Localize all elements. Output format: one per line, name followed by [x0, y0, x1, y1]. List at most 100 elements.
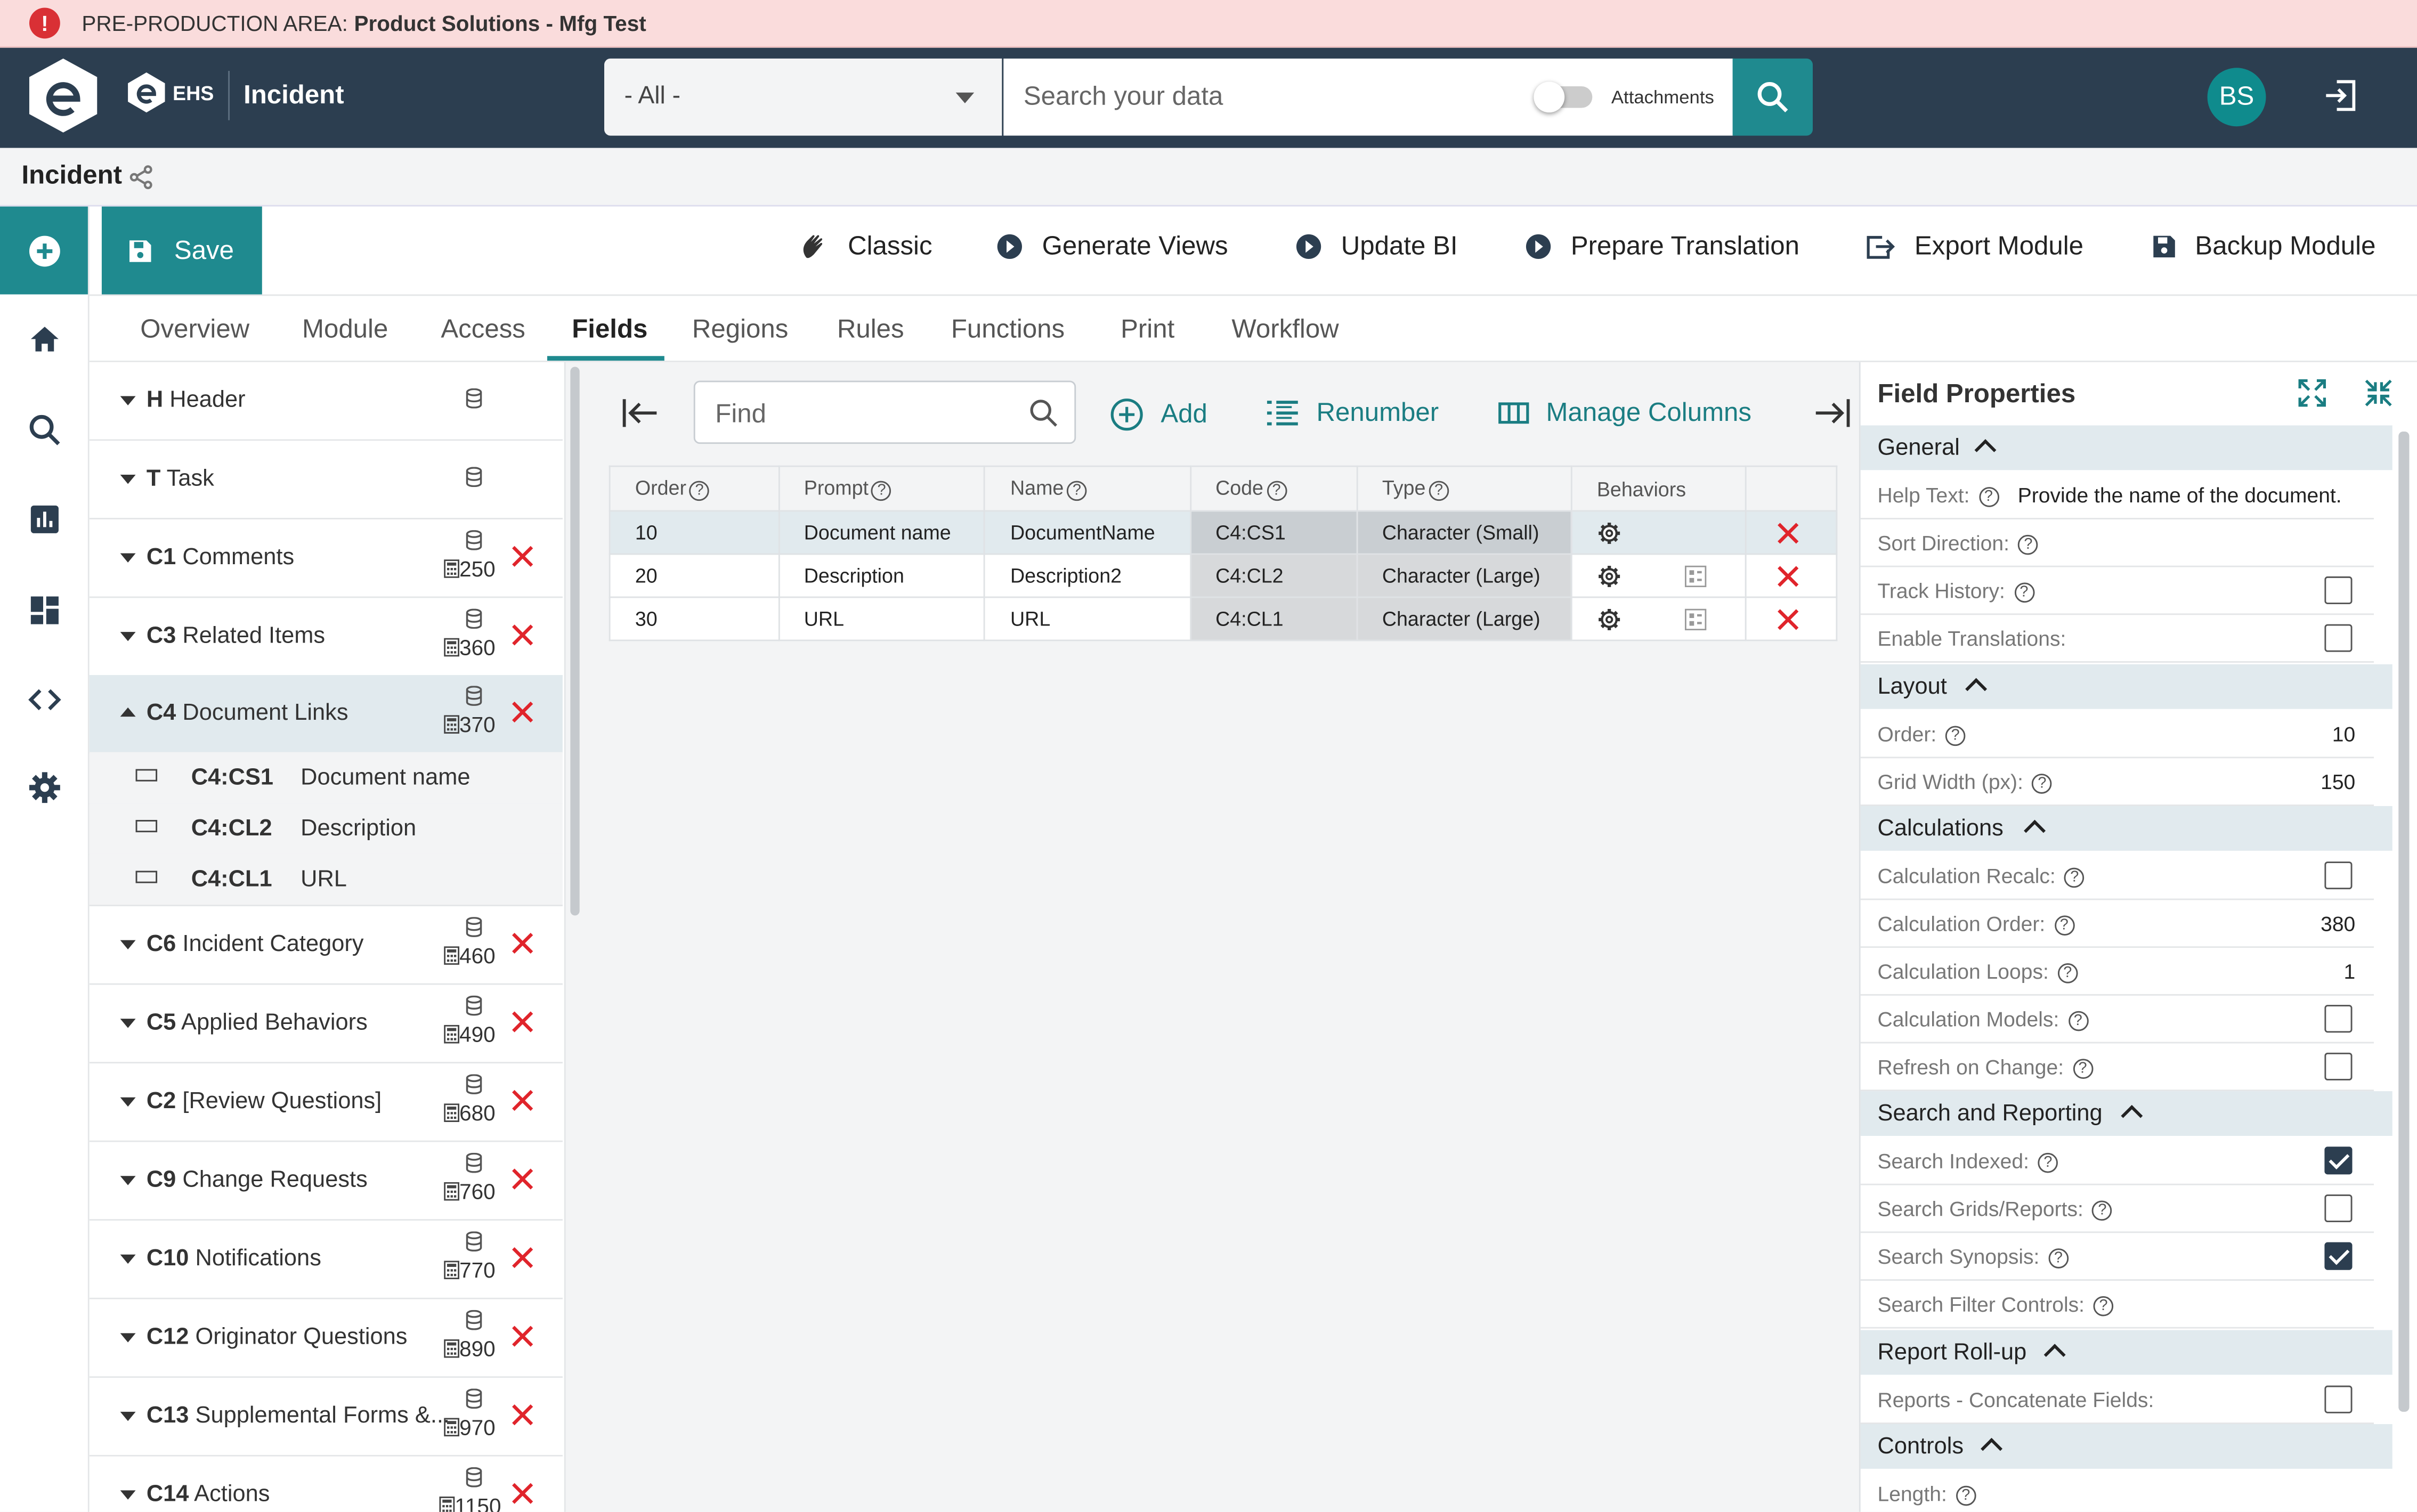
calculation-recalc-checkbox[interactable] [2324, 861, 2353, 890]
column-header-code[interactable]: Code? [1189, 465, 1358, 512]
tab-functions[interactable]: Functions [951, 314, 1065, 345]
caret-down-icon[interactable] [120, 940, 136, 950]
help-icon[interactable]: ? [2038, 1152, 2058, 1173]
renumber-button[interactable]: Renumber [1266, 397, 1439, 428]
delete-x-icon[interactable] [512, 701, 533, 723]
caret-down-icon[interactable] [120, 1176, 136, 1185]
form-layout-icon[interactable] [1684, 565, 1707, 587]
manage-columns-button[interactable]: Manage Columns [1498, 397, 1751, 428]
dashboard-icon[interactable] [28, 594, 62, 628]
help-icon[interactable]: ? [2057, 963, 2078, 983]
properties-scrollbar[interactable] [2398, 432, 2410, 1412]
calculation-models-checkbox[interactable] [2324, 1005, 2353, 1033]
region-item-supplemental-forms[interactable]: C13 Supplemental Forms &... 970 [89, 1378, 563, 1457]
search-nav-icon[interactable] [28, 413, 62, 447]
search-synopsis-checkbox[interactable] [2324, 1242, 2353, 1270]
search-scope-select[interactable]: - All - [604, 58, 1002, 136]
search-button[interactable] [1732, 58, 1813, 136]
logout-icon[interactable] [2324, 79, 2358, 113]
section-report-rollup[interactable]: Report Roll-up [1860, 1330, 2392, 1375]
gear-icon[interactable] [1597, 563, 1621, 588]
delete-x-icon[interactable] [1777, 608, 1799, 630]
delete-x-icon[interactable] [512, 546, 533, 567]
caret-down-icon[interactable] [120, 475, 136, 484]
prepare-translation-button[interactable]: Prepare Translation [1524, 231, 1799, 262]
section-general[interactable]: General [1860, 425, 2392, 470]
chevron-up-icon[interactable] [1965, 678, 1988, 700]
add-button[interactable] [0, 206, 88, 295]
find-input[interactable]: Find [693, 380, 1076, 444]
help-icon[interactable]: ? [1956, 1485, 1976, 1506]
caret-down-icon[interactable] [120, 553, 136, 563]
prop-calculation-loops[interactable]: Calculation Loops: ? 1 [1860, 948, 2374, 996]
search-indexed-checkbox[interactable] [2324, 1147, 2353, 1175]
region-item-incident-category[interactable]: C6 Incident Category 460 [89, 906, 563, 985]
region-list-scrollbar[interactable] [570, 367, 580, 916]
delete-x-icon[interactable] [512, 1404, 533, 1426]
delete-x-icon[interactable] [512, 1090, 533, 1111]
home-icon[interactable] [28, 322, 62, 356]
prop-calculation-order[interactable]: Calculation Order: ? 380 [1860, 900, 2374, 948]
reports-concatenate-checkbox[interactable] [2324, 1385, 2353, 1413]
collapse-icon[interactable] [2363, 378, 2394, 409]
caret-down-icon[interactable] [120, 1490, 136, 1500]
help-icon[interactable]: ? [2054, 915, 2074, 936]
gear-icon[interactable] [1597, 606, 1621, 631]
region-field-item[interactable]: C4:CL2 Description [89, 803, 563, 856]
help-icon[interactable]: ? [2048, 1248, 2069, 1269]
caret-down-icon[interactable] [120, 1333, 136, 1343]
region-item-review-questions[interactable]: C2 [Review Questions] 680 [89, 1063, 563, 1142]
update-bi-button[interactable]: Update BI [1295, 231, 1458, 262]
expand-icon[interactable] [2297, 378, 2327, 409]
chevron-up-icon[interactable] [2024, 819, 2046, 842]
help-icon[interactable]: ? [2018, 534, 2039, 555]
region-field-item[interactable]: C4:CL1 URL [89, 853, 563, 907]
prop-length[interactable]: Length: ? [1861, 1470, 2374, 1512]
delete-x-icon[interactable] [1777, 565, 1799, 587]
tab-access[interactable]: Access [441, 314, 525, 345]
region-item-related-items[interactable]: C3 Related Items 360 [89, 598, 563, 677]
chevron-up-icon[interactable] [2121, 1104, 2143, 1127]
export-module-button[interactable]: Export Module [1865, 231, 2083, 262]
prop-search-filter-controls[interactable]: Search Filter Controls: ? [1860, 1281, 2374, 1329]
region-item-comments[interactable]: C1 Comments 250 [89, 519, 563, 598]
table-row[interactable]: 10 Document name DocumentName C4:CS1 Cha… [609, 510, 1838, 555]
save-button[interactable]: Save [101, 206, 262, 295]
caret-down-icon[interactable] [120, 1254, 136, 1264]
gear-icon[interactable] [1597, 520, 1621, 544]
help-icon[interactable]: ? [1945, 726, 1966, 746]
prop-grid-width[interactable]: Grid Width (px): ? 150 [1860, 758, 2374, 806]
help-icon[interactable]: ? [2032, 774, 2053, 794]
caret-up-icon[interactable] [120, 707, 136, 717]
help-icon[interactable]: ? [2093, 1296, 2114, 1316]
help-icon[interactable]: ? [689, 480, 710, 500]
delete-x-icon[interactable] [512, 1247, 533, 1269]
column-header-name[interactable]: Name? [984, 465, 1191, 512]
tab-module[interactable]: Module [302, 314, 388, 345]
delete-x-icon[interactable] [1777, 522, 1799, 543]
table-row[interactable]: 30 URL URL C4:CL1 Character (Large) [609, 596, 1838, 641]
refresh-on-change-checkbox[interactable] [2324, 1052, 2353, 1080]
settings-gear-icon[interactable] [28, 770, 62, 804]
search-input[interactable]: Search your data Attachments [1003, 58, 1734, 136]
generate-views-button[interactable]: Generate Views [996, 231, 1228, 262]
caret-down-icon[interactable] [120, 396, 136, 405]
section-controls[interactable]: Controls [1860, 1424, 2392, 1469]
tab-rules[interactable]: Rules [837, 314, 904, 345]
prop-order[interactable]: Order: ? 10 [1860, 711, 2374, 759]
delete-x-icon[interactable] [512, 932, 533, 954]
delete-x-icon[interactable] [512, 1168, 533, 1190]
company-logo[interactable] [28, 57, 99, 134]
backup-module-button[interactable]: Backup Module [2152, 231, 2375, 262]
region-item-notifications[interactable]: C10 Notifications 770 [89, 1221, 563, 1299]
form-layout-icon[interactable] [1684, 608, 1707, 630]
enable-translations-checkbox[interactable] [2324, 624, 2353, 652]
caret-down-icon[interactable] [120, 632, 136, 641]
tab-print[interactable]: Print [1121, 314, 1174, 345]
column-header-type[interactable]: Type? [1356, 465, 1572, 512]
section-calculations[interactable]: Calculations [1860, 806, 2392, 851]
help-icon[interactable]: ? [1978, 486, 1999, 507]
region-field-item[interactable]: C4:CS1 Document name [89, 752, 563, 805]
tab-fields[interactable]: Fields [572, 314, 647, 345]
column-header-behaviors[interactable]: Behaviors [1570, 465, 1747, 512]
